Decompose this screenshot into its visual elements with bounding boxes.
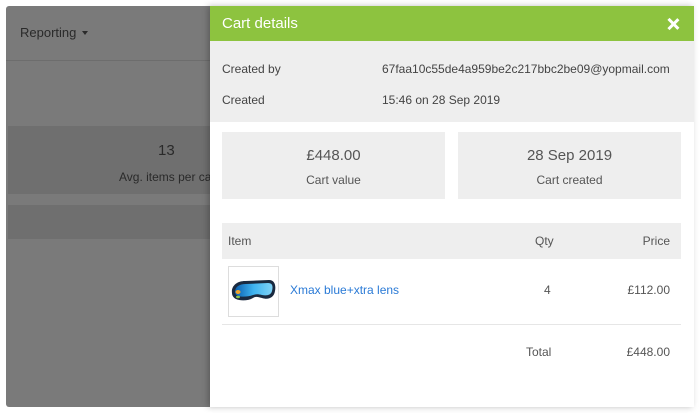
modal-title: Cart details — [222, 15, 298, 32]
reporting-label: Reporting — [20, 25, 77, 40]
column-header-price: Price — [642, 234, 670, 248]
product-link[interactable]: Xmax blue+xtra lens — [290, 283, 399, 297]
total-label: Total — [526, 345, 552, 359]
meta-label: Created — [222, 93, 265, 107]
caret-down-icon — [82, 30, 89, 35]
table-row: Xmax blue+xtra lens 4 £112.00 — [222, 259, 681, 325]
cart-details-modal: Cart details Created by 67faa10c55de4a95… — [210, 6, 694, 407]
card-value: £448.00 — [306, 147, 361, 164]
column-header-item: Item — [228, 234, 252, 248]
summary-cards: £448.00 Cart value 28 Sep 2019 Cart crea… — [222, 132, 682, 199]
reporting-menu[interactable]: Reporting — [20, 25, 89, 40]
background-stat-card: 13 Avg. items per car — [8, 126, 228, 194]
meta-value: 67faa10c55de4a959be2c217bbc2be09@yopmail… — [382, 62, 670, 76]
cart-items-table: Item Qty Price Xmax blue+xtra lens 4 £11… — [222, 223, 681, 375]
row-qty: 4 — [544, 283, 551, 297]
modal-header: Cart details — [210, 6, 694, 41]
card-value: 28 Sep 2019 — [526, 147, 613, 164]
product-thumbnail — [228, 266, 279, 317]
cart-created-card: 28 Sep 2019 Cart created — [458, 132, 681, 199]
goggles-icon — [231, 280, 276, 301]
table-footer: Total £448.00 — [222, 325, 681, 375]
card-label: Cart created — [536, 173, 603, 187]
total-value: £448.00 — [626, 345, 670, 359]
close-icon[interactable] — [666, 17, 680, 31]
background-stat-label: Avg. items per car — [119, 170, 216, 184]
meta-value: 15:46 on 28 Sep 2019 — [382, 93, 501, 107]
row-price: £112.00 — [627, 283, 671, 297]
background-band — [8, 205, 228, 239]
background-stat-value: 13 — [158, 142, 175, 159]
meta-row-created-by: Created by 67faa10c55de4a959be2c217bbc2b… — [222, 62, 670, 76]
meta-label: Created by — [222, 62, 281, 76]
meta-row-created: Created 15:46 on 28 Sep 2019 — [222, 93, 500, 107]
cart-meta: Created by 67faa10c55de4a959be2c217bbc2b… — [210, 41, 694, 122]
card-label: Cart value — [306, 173, 361, 187]
column-header-qty: Qty — [535, 234, 554, 248]
table-header: Item Qty Price — [222, 223, 681, 259]
cart-value-card: £448.00 Cart value — [222, 132, 445, 199]
